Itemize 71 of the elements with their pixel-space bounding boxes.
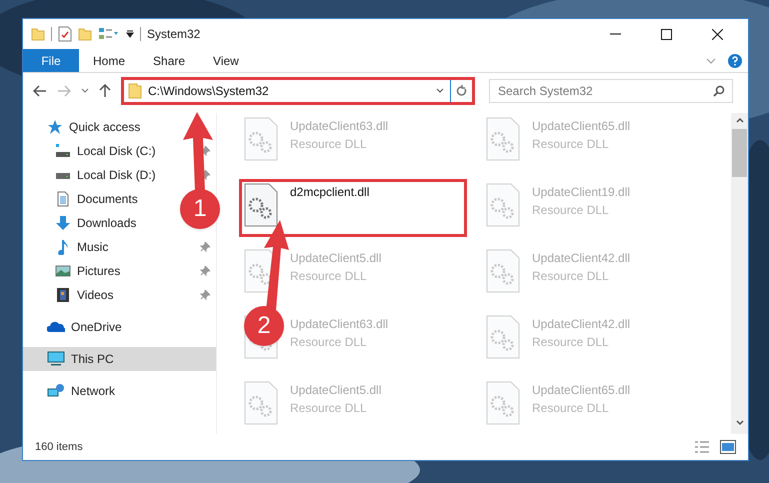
pin-icon bbox=[200, 266, 210, 276]
file-type: Resource DLL bbox=[290, 268, 368, 285]
maximize-icon bbox=[661, 28, 672, 40]
nav-item[interactable]: Local Disk (C:) bbox=[23, 139, 216, 163]
nav-item[interactable]: Documents bbox=[23, 187, 144, 211]
dll-file-icon bbox=[244, 381, 278, 425]
properties-icon[interactable] bbox=[58, 26, 72, 42]
nav-item[interactable]: This PC bbox=[23, 347, 216, 371]
large-icons-view-icon[interactable] bbox=[720, 440, 736, 454]
file-type: Resource DLL bbox=[532, 334, 610, 351]
monitor-icon bbox=[47, 351, 65, 367]
dll-file-icon bbox=[486, 249, 520, 293]
star-icon bbox=[47, 119, 63, 135]
file-type: Resource DLL bbox=[532, 202, 610, 219]
minimize-icon bbox=[610, 33, 621, 35]
nav-item[interactable]: Quick access bbox=[23, 115, 216, 139]
file-type: Resource DLL bbox=[532, 400, 610, 417]
drive-icon bbox=[55, 172, 71, 178]
dll-file-icon bbox=[486, 381, 520, 425]
details-view-icon[interactable] bbox=[694, 440, 710, 454]
address-path: C:\Windows\System32 bbox=[148, 83, 270, 100]
nav-item[interactable]: Music bbox=[23, 235, 216, 259]
file-type: Resource DLL bbox=[290, 334, 368, 351]
dll-file-icon bbox=[244, 183, 278, 227]
dll-file-icon bbox=[486, 117, 520, 161]
close-icon bbox=[712, 28, 723, 40]
scrollbar-thumb[interactable] bbox=[732, 129, 747, 177]
scroll-down-icon[interactable] bbox=[736, 420, 744, 426]
dll-file-icon bbox=[486, 315, 520, 359]
window-title: System32 bbox=[147, 26, 200, 43]
customize-caret-icon[interactable] bbox=[126, 30, 134, 38]
file-type: Resource DLL bbox=[290, 400, 368, 417]
back-arrow-icon[interactable] bbox=[33, 85, 47, 97]
nav-item[interactable]: Local Disk (D:) bbox=[23, 163, 216, 187]
recent-caret-icon[interactable] bbox=[81, 88, 89, 94]
ribbon-tab[interactable]: View bbox=[199, 49, 253, 72]
pin-icon bbox=[200, 242, 210, 252]
nav-item[interactable]: OneDrive bbox=[23, 315, 216, 339]
network-icon bbox=[47, 383, 65, 399]
up-arrow-icon[interactable] bbox=[99, 84, 111, 98]
film-icon bbox=[55, 287, 71, 303]
file-type: Resource DLL bbox=[532, 136, 610, 153]
scroll-up-icon[interactable] bbox=[736, 117, 744, 123]
search-icon bbox=[713, 85, 725, 97]
view-options-icon[interactable] bbox=[98, 27, 120, 41]
download-icon bbox=[55, 215, 71, 231]
dll-file-icon bbox=[244, 117, 278, 161]
nav-item[interactable]: Videos bbox=[23, 283, 216, 307]
dll-file-icon bbox=[486, 183, 520, 227]
file-type: Resource DLL bbox=[532, 268, 610, 285]
nav-item[interactable]: Network bbox=[23, 379, 216, 403]
folder-icon bbox=[128, 83, 142, 99]
file-name[interactable]: d2mcpclient.dll bbox=[290, 183, 370, 201]
search-field[interactable]: Search System32 bbox=[489, 79, 733, 103]
picture-icon bbox=[55, 263, 71, 279]
ribbon-tab[interactable]: Home bbox=[79, 49, 140, 72]
refresh-icon bbox=[456, 85, 467, 97]
ribbon-tab[interactable]: Share bbox=[139, 49, 200, 72]
dropdown-caret-icon[interactable] bbox=[436, 88, 444, 94]
item-count: 160 items bbox=[35, 440, 84, 455]
address-bar[interactable]: C:\Windows\System32 bbox=[121, 77, 475, 105]
expand-ribbon-icon[interactable] bbox=[706, 58, 716, 64]
help-icon[interactable] bbox=[728, 54, 742, 68]
ribbon-tab[interactable]: File bbox=[23, 49, 79, 72]
nav-item[interactable]: Pictures bbox=[23, 259, 216, 283]
pin-icon bbox=[200, 290, 210, 300]
cloud-icon bbox=[47, 319, 65, 335]
file-type: Resource DLL bbox=[290, 136, 368, 153]
document-icon bbox=[55, 191, 71, 207]
nav-item[interactable]: Downloads bbox=[23, 211, 142, 235]
drive-icon bbox=[55, 143, 71, 159]
